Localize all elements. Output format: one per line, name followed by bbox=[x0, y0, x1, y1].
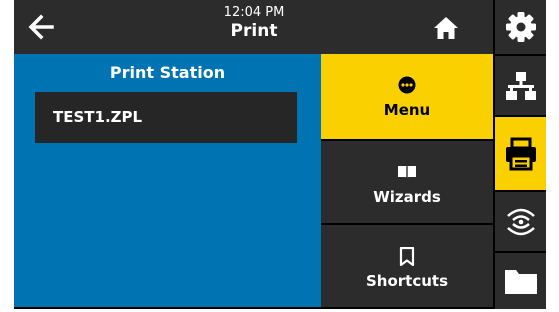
book-icon bbox=[398, 166, 416, 179]
clock-time: 12:04 PM bbox=[223, 5, 285, 20]
wizards-button[interactable]: Wizards bbox=[321, 141, 493, 223]
rfid-button[interactable] bbox=[495, 192, 546, 251]
shortcuts-button-label: Shortcuts bbox=[365, 272, 449, 290]
page-title: Print bbox=[230, 21, 278, 41]
shortcuts-button[interactable]: Shortcuts bbox=[321, 225, 493, 307]
top-bar: 12:04 PM Print bbox=[14, 0, 493, 54]
bookmark-icon bbox=[399, 246, 415, 266]
screen-frame: 12:04 PM Print Print Station TEST1.ZPL M… bbox=[14, 0, 546, 309]
network-icon bbox=[505, 71, 536, 100]
folder-icon bbox=[504, 270, 537, 294]
print-station-panel: Print Station TEST1.ZPL bbox=[14, 54, 321, 307]
print-button[interactable] bbox=[495, 117, 546, 190]
back-button[interactable] bbox=[24, 10, 60, 44]
rfid-icon bbox=[506, 208, 535, 235]
header-title-group: 12:04 PM Print bbox=[194, 5, 314, 42]
settings-button[interactable] bbox=[495, 0, 546, 54]
printer-icon bbox=[505, 137, 536, 170]
home-icon bbox=[434, 17, 458, 39]
menu-button-label: Menu bbox=[383, 101, 431, 119]
network-button[interactable] bbox=[495, 56, 546, 115]
wizards-button-label: Wizards bbox=[373, 188, 441, 206]
files-button[interactable] bbox=[495, 253, 546, 309]
arrow-left-icon bbox=[28, 14, 54, 40]
home-button[interactable] bbox=[428, 12, 464, 44]
file-list-item[interactable]: TEST1.ZPL bbox=[35, 92, 297, 143]
menu-button[interactable]: Menu bbox=[321, 54, 493, 139]
print-station-title: Print Station bbox=[109, 63, 226, 82]
menu-dots-icon bbox=[398, 76, 416, 94]
gear-icon bbox=[505, 12, 536, 42]
